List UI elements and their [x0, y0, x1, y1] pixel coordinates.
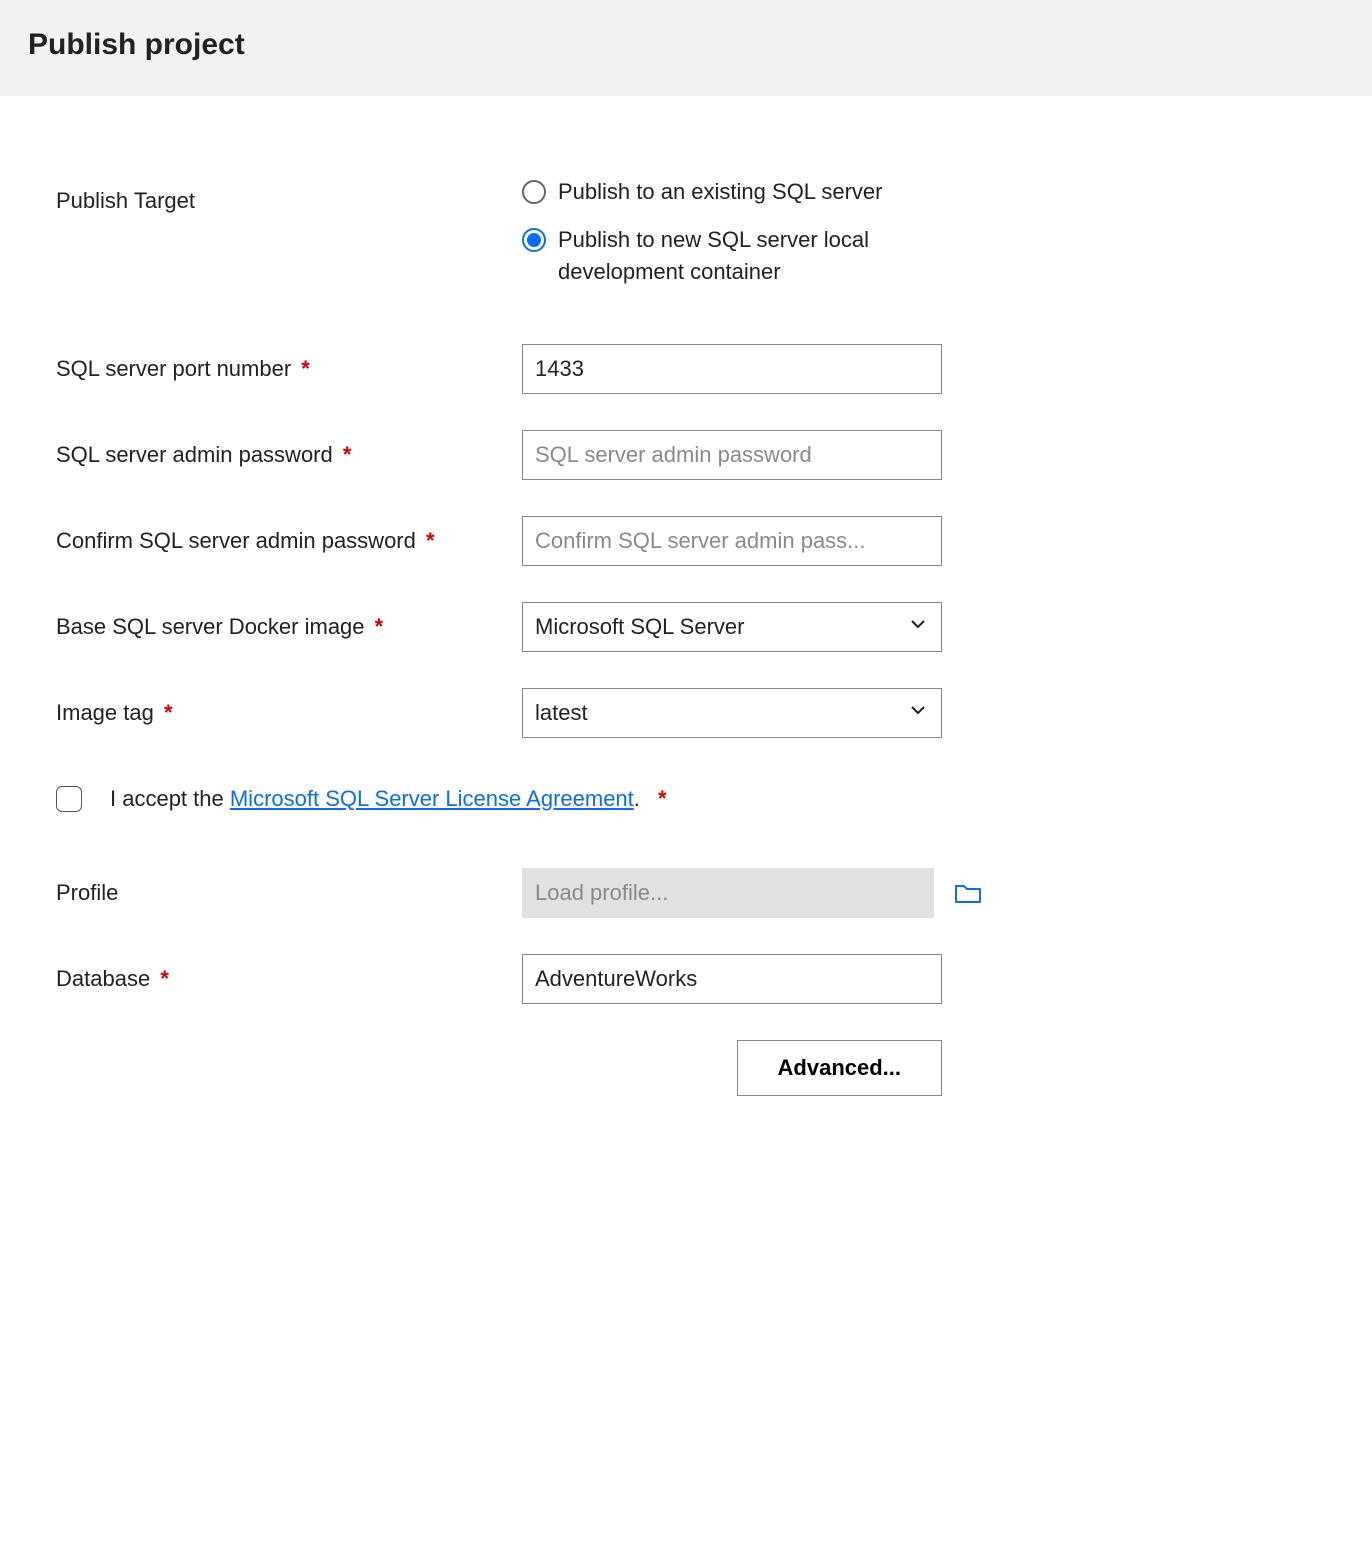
- row-image-tag: Image tag *: [56, 688, 1316, 738]
- license-accept-text: I accept the Microsoft SQL Server Licens…: [110, 786, 667, 812]
- required-marker: *: [658, 786, 667, 811]
- admin-password-field-wrap: [522, 430, 942, 480]
- radio-publish-new-container[interactable]: [522, 228, 546, 252]
- label-profile: Profile: [56, 868, 522, 906]
- label-docker-image: Base SQL server Docker image *: [56, 602, 522, 640]
- required-marker: *: [160, 966, 169, 991]
- row-database: Database *: [56, 954, 1316, 1004]
- license-prefix: I accept the: [110, 786, 230, 811]
- required-marker: *: [164, 700, 173, 725]
- radio-option-existing: Publish to an existing SQL server: [522, 176, 942, 208]
- radio-option-new-container: Publish to new SQL server local developm…: [522, 224, 942, 288]
- dialog-title: Publish project: [28, 28, 1344, 62]
- confirm-admin-password-input[interactable]: [522, 516, 942, 566]
- label-admin-password-text: SQL server admin password: [56, 442, 333, 467]
- admin-password-input[interactable]: [522, 430, 942, 480]
- label-confirm-admin-password-text: Confirm SQL server admin password: [56, 528, 416, 553]
- advanced-col: Advanced...: [522, 1040, 942, 1096]
- port-field-wrap: [522, 344, 942, 394]
- row-profile: Profile: [56, 868, 1316, 918]
- profile-input[interactable]: [522, 868, 934, 918]
- required-marker: *: [426, 528, 435, 553]
- confirm-admin-password-field-wrap: [522, 516, 942, 566]
- label-port-text: SQL server port number: [56, 356, 291, 381]
- image-tag-field-wrap: [522, 688, 942, 738]
- row-admin-password: SQL server admin password *: [56, 430, 1316, 480]
- radio-label-new-container: Publish to new SQL server local developm…: [558, 224, 942, 288]
- port-input[interactable]: [522, 344, 942, 394]
- folder-icon: [954, 881, 982, 905]
- row-publish-target: Publish Target Publish to an existing SQ…: [56, 176, 1316, 288]
- required-marker: *: [343, 442, 352, 467]
- browse-profile-button[interactable]: [954, 881, 982, 905]
- label-database: Database *: [56, 954, 522, 992]
- image-tag-select-wrap: [522, 688, 942, 738]
- docker-image-select[interactable]: [522, 602, 942, 652]
- docker-image-field-wrap: [522, 602, 942, 652]
- label-docker-image-text: Base SQL server Docker image: [56, 614, 365, 639]
- required-marker: *: [375, 614, 384, 639]
- row-docker-image: Base SQL server Docker image *: [56, 602, 1316, 652]
- required-marker: *: [301, 356, 310, 381]
- docker-image-select-wrap: [522, 602, 942, 652]
- row-advanced: Advanced...: [56, 1040, 1316, 1096]
- dialog-content: Publish Target Publish to an existing SQ…: [0, 96, 1372, 1126]
- label-image-tag-text: Image tag: [56, 700, 154, 725]
- database-input[interactable]: [522, 954, 942, 1004]
- database-field-wrap: [522, 954, 942, 1004]
- profile-field-wrap: [522, 868, 982, 918]
- row-port: SQL server port number *: [56, 344, 1316, 394]
- dialog-header: Publish project: [0, 0, 1372, 96]
- license-accept-checkbox[interactable]: [56, 786, 82, 812]
- spacer: [56, 1040, 522, 1052]
- image-tag-select[interactable]: [522, 688, 942, 738]
- label-port: SQL server port number *: [56, 344, 522, 382]
- label-admin-password: SQL server admin password *: [56, 430, 522, 468]
- label-confirm-admin-password: Confirm SQL server admin password *: [56, 516, 522, 554]
- license-agreement-link[interactable]: Microsoft SQL Server License Agreement: [230, 786, 634, 811]
- radio-label-existing: Publish to an existing SQL server: [558, 176, 882, 208]
- row-confirm-admin-password: Confirm SQL server admin password *: [56, 516, 1316, 566]
- advanced-button[interactable]: Advanced...: [737, 1040, 942, 1096]
- row-license-accept: I accept the Microsoft SQL Server Licens…: [56, 786, 1316, 812]
- license-suffix: .: [634, 786, 640, 811]
- radio-publish-existing[interactable]: [522, 180, 546, 204]
- label-publish-target: Publish Target: [56, 176, 522, 214]
- publish-target-options: Publish to an existing SQL server Publis…: [522, 176, 942, 288]
- label-database-text: Database: [56, 966, 150, 991]
- label-image-tag: Image tag *: [56, 688, 522, 726]
